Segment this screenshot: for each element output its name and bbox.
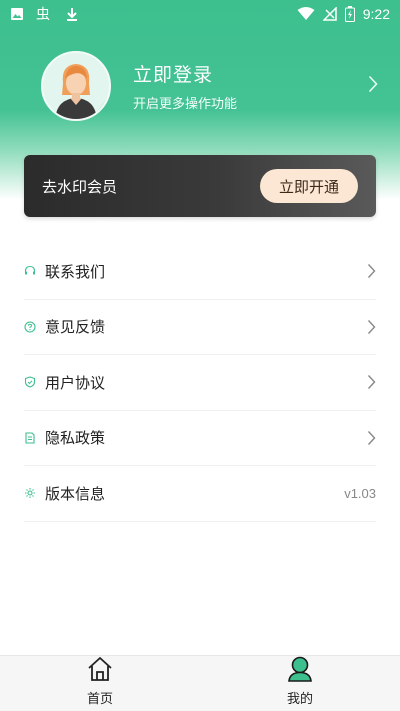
menu-item-version-info[interactable]: 版本信息 v1.03 bbox=[24, 466, 376, 522]
chevron-right-icon bbox=[367, 263, 376, 279]
signal-icon bbox=[322, 7, 337, 21]
question-icon bbox=[24, 321, 36, 333]
image-icon bbox=[10, 7, 24, 21]
activate-vip-button[interactable]: 立即开通 bbox=[260, 169, 358, 203]
menu-item-user-agreement[interactable]: 用户协议 bbox=[24, 355, 376, 411]
shield-icon bbox=[24, 376, 36, 388]
document-icon bbox=[24, 432, 36, 444]
login-title[interactable]: 立即登录 bbox=[133, 60, 237, 87]
battery-icon bbox=[344, 6, 355, 22]
chevron-right-icon bbox=[367, 374, 376, 390]
menu-item-label: 隐私政策 bbox=[45, 429, 106, 448]
menu-item-label: 联系我们 bbox=[45, 262, 106, 281]
vip-card[interactable]: 去水印会员 立即开通 bbox=[24, 155, 376, 217]
login-row[interactable]: 立即登录 开启更多操作功能 bbox=[0, 50, 400, 122]
menu-item-feedback[interactable]: 意见反馈 bbox=[24, 300, 376, 355]
menu-item-contact[interactable]: 联系我们 bbox=[24, 244, 376, 300]
user-icon bbox=[286, 656, 314, 686]
menu-item-label: 用户协议 bbox=[45, 373, 106, 392]
login-subtitle: 开启更多操作功能 bbox=[133, 97, 238, 112]
chevron-right-icon bbox=[367, 319, 376, 335]
status-time: 9:22 bbox=[362, 6, 390, 22]
gear-icon bbox=[24, 487, 36, 499]
status-bar: 虫 9:22 bbox=[0, 0, 400, 28]
settings-menu: 联系我们 意见反馈 用户协议 隐私政策 版本信息 v1.03 bbox=[24, 244, 376, 522]
version-value: v1.03 bbox=[344, 485, 376, 501]
avatar-image bbox=[43, 53, 109, 119]
menu-item-privacy-policy[interactable]: 隐私政策 bbox=[24, 411, 376, 466]
svg-text:虫: 虫 bbox=[36, 7, 50, 22]
menu-item-label: 版本信息 bbox=[45, 484, 106, 503]
home-icon bbox=[86, 656, 114, 686]
bottom-nav: 首页 我的 bbox=[0, 655, 400, 711]
vip-label: 去水印会员 bbox=[42, 177, 118, 196]
tab-label: 我的 bbox=[286, 692, 313, 707]
chevron-right-icon bbox=[367, 430, 376, 446]
app-icon: 虫 bbox=[36, 6, 54, 22]
tab-mine[interactable]: 我的 bbox=[200, 656, 400, 711]
wifi-icon bbox=[297, 7, 315, 21]
avatar[interactable] bbox=[41, 51, 111, 121]
tab-home[interactable]: 首页 bbox=[0, 656, 200, 711]
chevron-right-icon[interactable] bbox=[368, 75, 378, 97]
menu-item-label: 意见反馈 bbox=[45, 318, 106, 337]
download-icon bbox=[66, 7, 78, 21]
tab-label: 首页 bbox=[86, 692, 113, 707]
headset-icon bbox=[24, 265, 36, 277]
